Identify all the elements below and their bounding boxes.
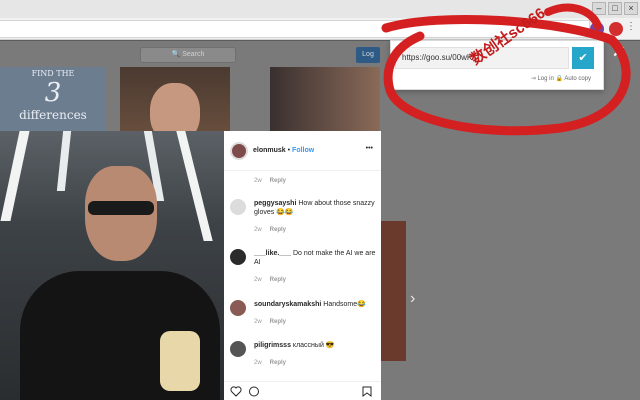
red-annotation-overlay: [381, 3, 631, 136]
